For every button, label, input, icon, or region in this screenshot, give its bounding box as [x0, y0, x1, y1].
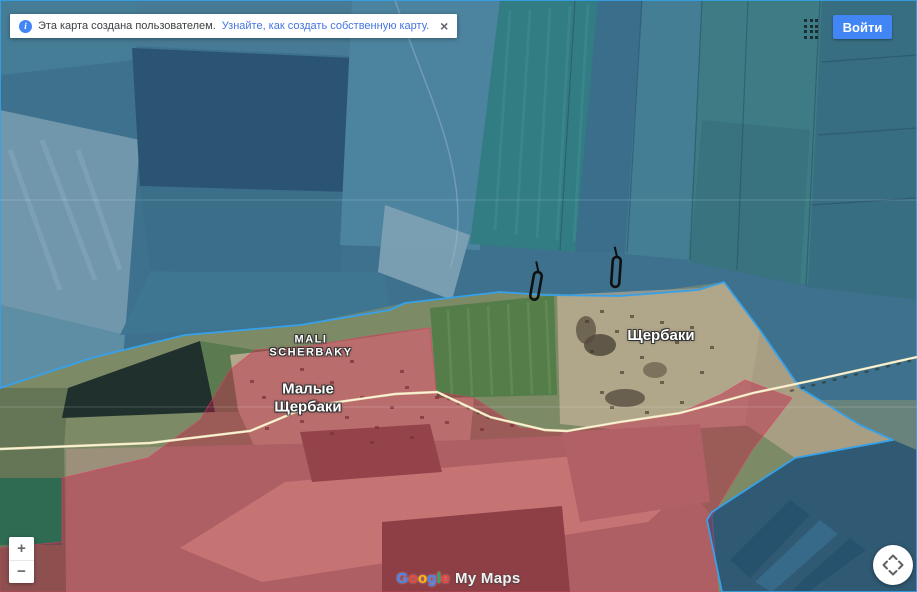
sign-in-button[interactable]: Войти	[833, 15, 892, 39]
my-maps-viewport[interactable]: MALI SCHERBAKY Малые Щербаки Щербаки i Э…	[0, 0, 917, 592]
zoom-in-button[interactable]: +	[9, 537, 34, 561]
banner-text: Эта карта создана пользователем.	[38, 20, 216, 32]
zoom-control: + −	[9, 537, 34, 583]
google-my-maps-watermark[interactable]: GoogleMy Maps	[397, 570, 521, 587]
google-logo: Google	[397, 570, 451, 587]
pan-arrows-icon	[873, 545, 913, 585]
info-icon: i	[19, 20, 32, 33]
banner-close-icon[interactable]: ×	[440, 19, 448, 33]
banner-learn-more-link[interactable]: Узнайте, как создать собственную карту.	[222, 20, 429, 32]
zoom-out-button[interactable]: −	[9, 561, 34, 584]
my-maps-label: My Maps	[455, 570, 520, 587]
google-apps-grid-icon[interactable]	[804, 19, 821, 40]
pan-control[interactable]	[873, 545, 913, 585]
user-map-banner: i Эта карта создана пользователем. Узнай…	[10, 14, 457, 38]
satellite-map-canvas[interactable]	[0, 0, 917, 592]
